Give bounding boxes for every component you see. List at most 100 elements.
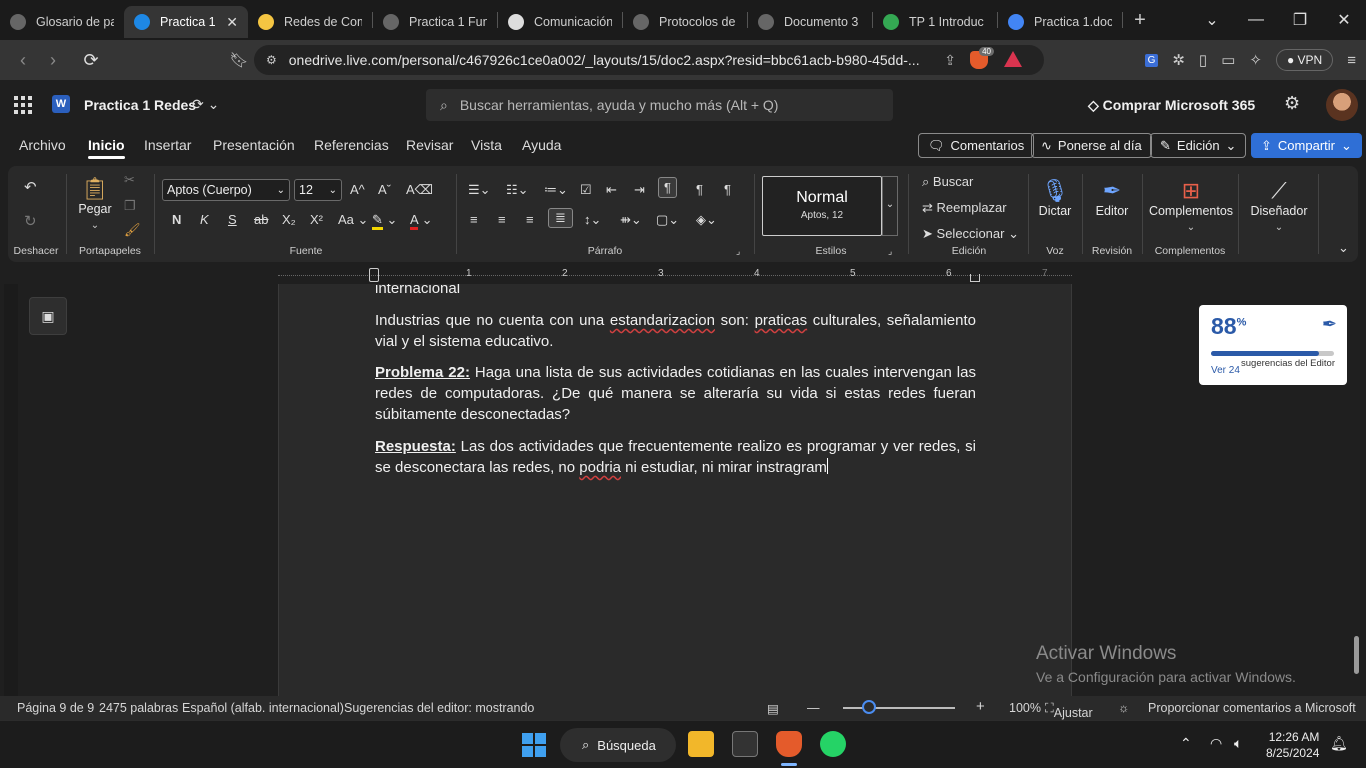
tab-insertar[interactable]: Insertar xyxy=(144,137,191,153)
tab-archivo[interactable]: Archivo xyxy=(19,137,66,153)
ruler-indent-marker[interactable] xyxy=(369,268,379,282)
copy-icon[interactable]: ❐ xyxy=(124,198,136,214)
sync-status-icon[interactable]: ⟳ ⌄ xyxy=(192,96,219,113)
feedback-icon[interactable]: ☼ xyxy=(1118,701,1129,715)
navigation-pane-icon[interactable]: ▣ xyxy=(29,297,67,335)
underline-button[interactable]: S xyxy=(228,212,237,227)
borders-icon[interactable]: ▢⌄ xyxy=(656,212,679,228)
url-text[interactable]: onedrive.live.com/personal/c467926c1ce0a… xyxy=(289,52,919,68)
address-bar[interactable]: ⚙︎ onedrive.live.com/personal/c467926c1c… xyxy=(254,45,1044,75)
print-layout-icon[interactable]: ▤ xyxy=(767,701,779,716)
tab-search-icon[interactable]: ⌄ xyxy=(1190,10,1234,30)
format-painter-icon[interactable]: 🖌︎ xyxy=(124,222,141,238)
forward-button[interactable]: › xyxy=(38,50,68,71)
brave-browser-icon[interactable] xyxy=(776,731,802,757)
align-center-icon[interactable]: ≡ xyxy=(498,212,506,227)
browser-tab[interactable]: Protocolos de xyxy=(623,6,747,38)
font-size-dropdown[interactable]: 12 ⌄ xyxy=(294,179,342,201)
zoom-out-icon[interactable]: — xyxy=(807,701,820,715)
comments-button[interactable]: 🗨︎ Comentarios xyxy=(918,133,1035,158)
change-case-icon[interactable]: Aa ⌄ xyxy=(338,212,368,228)
paragraph-dialog-icon[interactable]: ⌟ xyxy=(736,246,740,257)
undo-icon[interactable]: ↶ xyxy=(24,178,37,196)
avatar[interactable] xyxy=(1326,89,1358,121)
ltr-paragraph-icon[interactable]: ¶ xyxy=(658,177,677,198)
zoom-in-icon[interactable]: + xyxy=(976,698,985,715)
file-explorer-icon[interactable] xyxy=(688,731,714,757)
brave-rewards-icon[interactable] xyxy=(1004,51,1022,67)
strikethrough-button[interactable]: ab xyxy=(254,212,268,227)
shading-icon[interactable]: ◈⌄ xyxy=(696,212,717,228)
clear-format-icon[interactable]: A⌫ xyxy=(406,182,433,198)
notifications-bell-icon[interactable]: 🔔︎ xyxy=(1330,735,1348,752)
ribbon-expand-icon[interactable]: ⌄ xyxy=(1338,240,1349,256)
sidebar-icon[interactable]: ▯ xyxy=(1199,51,1207,69)
subscript-button[interactable]: X₂ xyxy=(282,212,296,227)
fit-button[interactable]: ⛶ Ajustar xyxy=(1045,701,1093,720)
font-color-icon[interactable]: A ⌄ xyxy=(410,212,432,230)
font-name-dropdown[interactable]: Aptos (Cuerpo) ⌄ xyxy=(162,179,290,201)
extensions-icon[interactable]: ✲ xyxy=(1172,51,1185,69)
close-window-button[interactable]: ✕ xyxy=(1322,10,1366,30)
volume-icon[interactable]: 🔈︎ xyxy=(1234,735,1242,752)
zoom-slider-thumb[interactable] xyxy=(862,700,876,714)
minimize-button[interactable]: — xyxy=(1234,11,1278,29)
document-page[interactable]: internacional Industrias que no cuenta c… xyxy=(278,284,1072,696)
whatsapp-icon[interactable] xyxy=(820,731,846,757)
system-clock[interactable]: 12:26 AM 8/25/2024 xyxy=(1266,729,1319,761)
decrease-indent-icon[interactable]: ⇤ xyxy=(606,182,617,198)
zoom-slider[interactable] xyxy=(843,707,955,709)
start-button[interactable] xyxy=(522,733,546,757)
tab-presentacion[interactable]: Presentación xyxy=(213,137,295,153)
browser-tab[interactable]: Practica 1 Fun xyxy=(373,6,497,38)
browser-tab[interactable]: Practica 1.doc xyxy=(998,6,1122,38)
superscript-button[interactable]: X² xyxy=(310,212,323,227)
paste-button[interactable]: 📋︎ Pegar ⌄ xyxy=(76,176,114,231)
search-input[interactable]: ⌕ Buscar herramientas, ayuda y mucho más… xyxy=(426,89,893,121)
checklist-icon[interactable]: ☑ xyxy=(580,182,592,198)
catch-up-button[interactable]: ∿ Ponerse al día xyxy=(1031,133,1152,158)
tab-vista[interactable]: Vista xyxy=(471,137,502,153)
bold-button[interactable]: N xyxy=(172,212,181,227)
feedback-link[interactable]: Proporcionar comentarios a Microsoft xyxy=(1148,701,1356,715)
share-button[interactable]: ⇪ Compartir ⌄ xyxy=(1251,133,1362,158)
vpn-button[interactable]: ● VPN xyxy=(1275,49,1334,71)
menu-icon[interactable]: ≡ xyxy=(1347,52,1356,69)
bullets-icon[interactable]: ☰⌄ xyxy=(468,182,491,198)
back-button[interactable]: ‹ xyxy=(8,50,38,71)
share-page-icon[interactable]: ⇪ xyxy=(944,52,956,69)
increase-indent-icon[interactable]: ⇥ xyxy=(634,182,645,198)
site-info-icon[interactable]: ⚙︎ xyxy=(266,53,277,67)
multilevel-list-icon[interactable]: ≔⌄ xyxy=(544,182,568,198)
browser-tab[interactable]: TP 1 Introduc xyxy=(873,6,997,38)
settings-gear-icon[interactable]: ⚙ xyxy=(1284,93,1300,114)
browser-tab[interactable]: Redes de Com xyxy=(248,6,372,38)
browser-tab[interactable]: Comunicación xyxy=(498,6,622,38)
wallet-icon[interactable]: ▭ xyxy=(1221,51,1235,69)
browser-tab[interactable]: Glosario de pa xyxy=(0,6,124,38)
translate-icon[interactable]: G xyxy=(1144,53,1159,67)
show-hidden-icons[interactable]: ⌃ xyxy=(1180,735,1192,752)
app-launcher-icon[interactable] xyxy=(14,96,32,114)
find-button[interactable]: ⌕ Buscar xyxy=(922,174,973,190)
ruler-right-indent-marker[interactable] xyxy=(970,274,980,282)
vertical-scrollbar[interactable] xyxy=(1354,636,1359,674)
styles-dialog-icon[interactable]: ⌟ xyxy=(888,246,892,257)
rtl-paragraph-icon[interactable]: ¶ xyxy=(696,182,703,197)
word-count[interactable]: 2475 palabras xyxy=(99,701,178,715)
restore-button[interactable]: ❐ xyxy=(1278,10,1322,30)
language-status[interactable]: Español (alfab. internacional) xyxy=(182,701,344,715)
editor-button[interactable]: ✒︎ Editor xyxy=(1090,178,1134,218)
align-right-icon[interactable]: ≡ xyxy=(526,212,534,227)
redo-icon[interactable]: ↻ xyxy=(24,212,37,230)
wifi-icon[interactable]: ◠ xyxy=(1210,735,1222,752)
taskbar-search[interactable]: ⌕ Búsqueda xyxy=(560,728,676,762)
paragraph-spacing-icon[interactable]: ⇻⌄ xyxy=(620,212,642,228)
new-tab-button[interactable]: + xyxy=(1123,9,1157,32)
line-spacing-icon[interactable]: ↕⌄ xyxy=(584,212,601,228)
editor-suggestions-status[interactable]: Sugerencias del editor: mostrando xyxy=(344,701,534,715)
document-title[interactable]: Practica 1 Redes xyxy=(84,97,196,113)
designer-button[interactable]: ⟋ Diseñador ⌄ xyxy=(1246,178,1312,233)
select-button[interactable]: ➤ Seleccionar ⌄ xyxy=(922,226,1019,242)
browser-tab[interactable]: Practica 1 ✕ xyxy=(124,6,248,38)
